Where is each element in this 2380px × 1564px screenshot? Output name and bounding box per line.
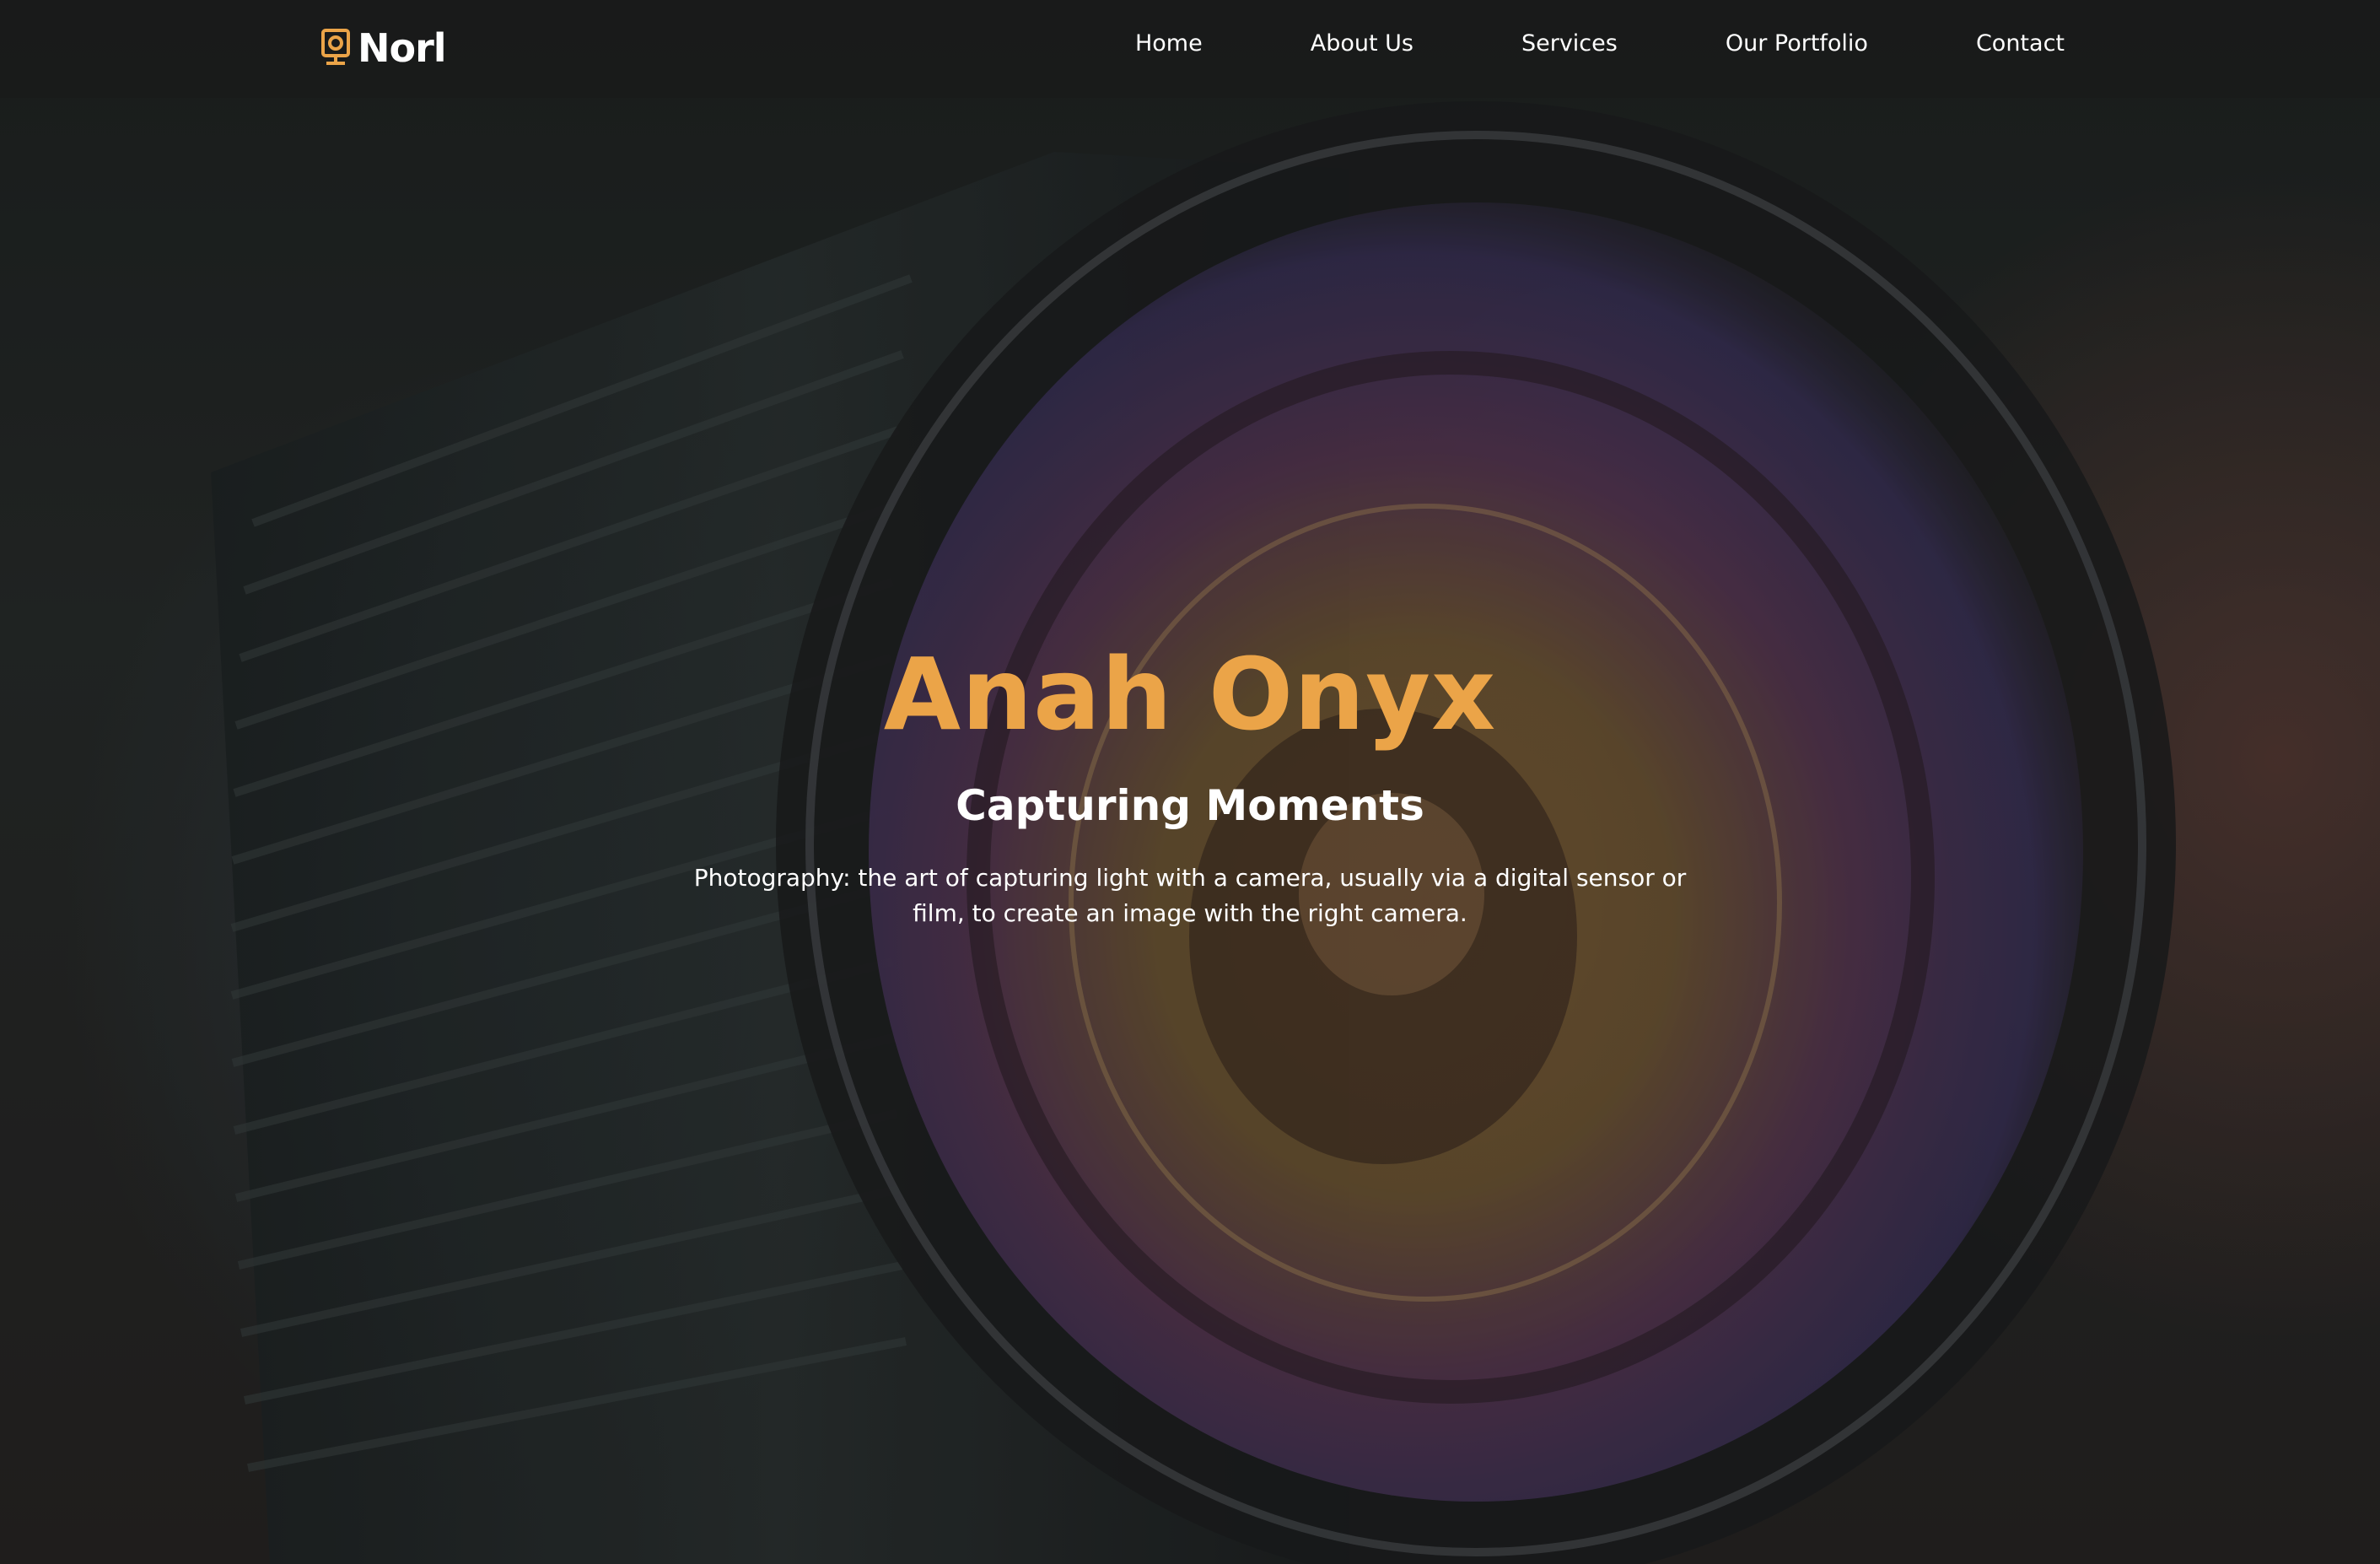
nav-item-our-portfolio: Our Portfolio <box>1726 30 1868 57</box>
hero-content: Anah Onyx Capturing Moments Photography:… <box>600 639 1780 931</box>
nav-link-services[interactable]: Services <box>1521 30 1618 57</box>
nav-menu: Home About Us Services Our Portfolio Con… <box>1135 30 2065 57</box>
hero-subtitle: Capturing Moments <box>956 781 1424 830</box>
nav-item-services: Services <box>1521 30 1618 57</box>
nav-item-contact: Contact <box>1976 30 2065 57</box>
hero-section: Norl Home About Us Services Our Portfoli… <box>0 0 2380 1564</box>
nav-link-home[interactable]: Home <box>1135 30 1203 57</box>
nav-link-our-portfolio[interactable]: Our Portfolio <box>1726 30 1868 57</box>
nav-item-about-us: About Us <box>1311 30 1413 57</box>
nav-item-home: Home <box>1135 30 1203 57</box>
brand-logo[interactable]: Norl <box>320 22 447 74</box>
monitor-camera-icon <box>321 29 350 65</box>
hero-title: Anah Onyx <box>883 636 1497 752</box>
hero-description: Photography: the art of capturing light … <box>693 864 1687 927</box>
top-navbar: Norl Home About Us Services Our Portfoli… <box>0 0 2380 98</box>
nav-link-about-us[interactable]: About Us <box>1311 30 1413 57</box>
nav-link-contact[interactable]: Contact <box>1976 30 2065 57</box>
brand-name: Norl <box>358 25 447 71</box>
